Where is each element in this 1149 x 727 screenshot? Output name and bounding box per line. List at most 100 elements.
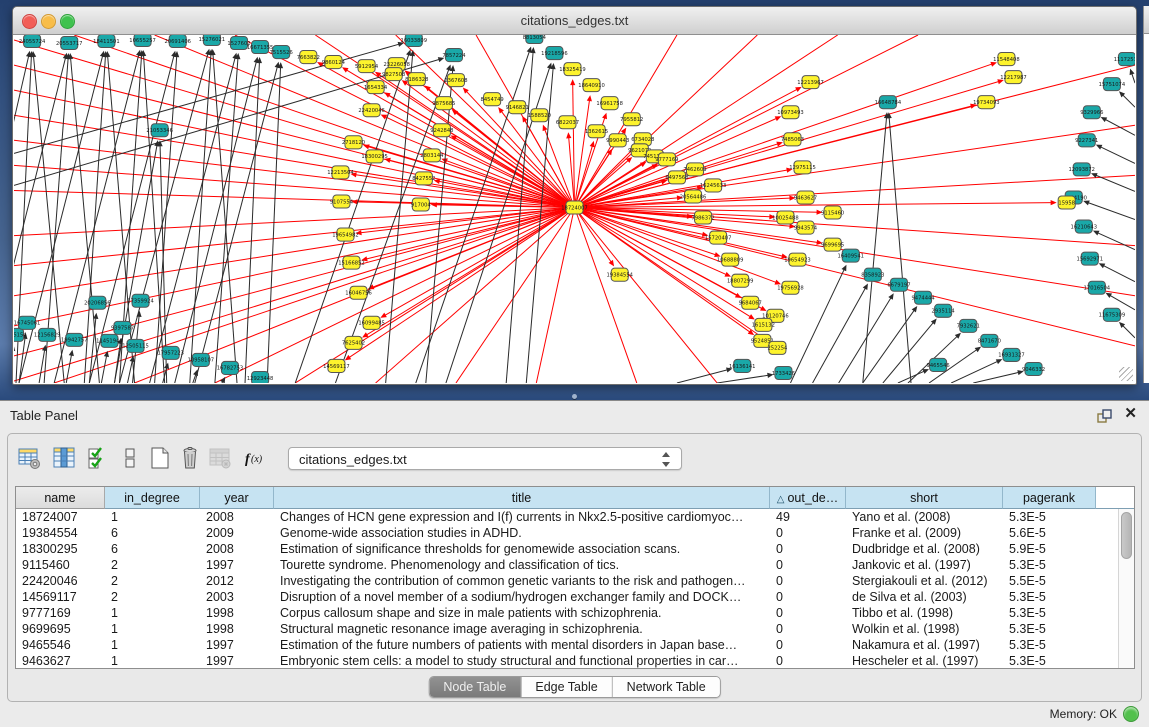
network-node[interactable]: 15720407	[705, 231, 732, 244]
network-node[interactable]: 9397587	[111, 321, 134, 334]
network-node[interactable]: 2718120	[342, 136, 365, 149]
network-node[interactable]: 11548408	[993, 53, 1020, 66]
network-node[interactable]: 7515526	[270, 46, 293, 59]
network-node[interactable]: 9463627	[794, 191, 817, 204]
network-node[interactable]: 16409541	[837, 249, 864, 262]
network-node[interactable]: 16648784	[875, 96, 902, 109]
float-panel-icon[interactable]	[1097, 408, 1113, 424]
network-node[interactable]: 9943574	[794, 221, 818, 234]
network-node[interactable]: 19218596	[541, 47, 568, 60]
table-row[interactable]: 1456911722003Disruption of a novel membe…	[16, 589, 1134, 605]
network-node[interactable]: 10688809	[717, 253, 744, 266]
column-header-in-degree[interactable]: in_degree	[105, 487, 200, 509]
network-node[interactable]: 10973493	[777, 106, 804, 119]
network-node[interactable]: 20206856	[84, 296, 111, 309]
network-node[interactable]: 7663822	[297, 51, 320, 64]
network-node[interactable]: 9699695	[821, 238, 844, 251]
network-node[interactable]: 9474444	[911, 291, 935, 304]
network-node[interactable]: 12975115	[789, 161, 816, 174]
close-panel-icon[interactable]: ✕	[1124, 406, 1137, 422]
network-node[interactable]: 2367608	[444, 74, 467, 87]
network-node[interactable]: 8471670	[978, 334, 1001, 347]
network-node[interactable]: 19654923	[784, 253, 811, 266]
network-node[interactable]: 12093872	[1069, 163, 1096, 176]
network-node[interactable]: 8427552	[412, 172, 435, 185]
network-node[interactable]: 19734093	[973, 96, 1000, 109]
network-node[interactable]: 9115460	[821, 206, 844, 219]
network-node[interactable]: 18640910	[578, 79, 605, 92]
network-node[interactable]: 16961758	[596, 97, 623, 110]
network-node[interactable]: 12505115	[122, 339, 149, 352]
network-node[interactable]: 16245633	[700, 179, 727, 192]
tab-node-table[interactable]: Node Table	[429, 677, 521, 697]
table-row[interactable]: 911546021997Tourette syndrome. Phenomeno…	[16, 557, 1134, 573]
show-columns-button[interactable]	[50, 444, 78, 472]
network-node[interactable]: 1733426	[772, 366, 795, 379]
network-node[interactable]: 19942757	[61, 333, 88, 346]
network-node[interactable]: 5912954	[355, 60, 379, 73]
network-node[interactable]: 252254	[767, 341, 788, 354]
table-selector-dropdown[interactable]: citations_edges.txt	[288, 447, 682, 470]
column-header-year[interactable]: year	[200, 487, 274, 509]
column-header-title[interactable]: title	[274, 487, 770, 509]
network-node[interactable]: 10655257	[129, 35, 156, 47]
network-node[interactable]: 8186328	[405, 73, 428, 86]
row-selection-button[interactable]	[84, 444, 112, 472]
network-node[interactable]: 9242848	[430, 124, 453, 137]
network-node[interactable]: 9827508	[382, 68, 405, 81]
network-node[interactable]: 21053346	[146, 124, 173, 137]
network-node[interactable]: 2935114	[932, 304, 956, 317]
table-row[interactable]: 1872400712008Changes of HCN gene express…	[16, 509, 1134, 525]
network-node[interactable]: 7625402	[342, 336, 365, 349]
network-node[interactable]: 7932621	[957, 319, 980, 332]
network-node[interactable]: 15276021	[199, 35, 226, 46]
network-node[interactable]: 1588520	[528, 109, 551, 122]
network-node[interactable]: 1654334	[364, 81, 388, 94]
network-node[interactable]: 7986372	[691, 211, 714, 224]
network-node[interactable]: 9465546	[927, 358, 950, 371]
network-node[interactable]: 7857224	[442, 49, 466, 62]
network-node[interactable]: 9684067	[739, 296, 762, 309]
network-node[interactable]: 12156829	[34, 328, 61, 341]
network-node[interactable]: 11451944	[96, 334, 123, 347]
network-node[interactable]: 9329966	[1080, 106, 1103, 119]
network-node[interactable]: 6822037	[556, 116, 579, 129]
network-node[interactable]: 16931327	[998, 348, 1025, 361]
network-node[interactable]: 9227341	[1075, 134, 1098, 147]
network-node[interactable]: 9777169	[655, 153, 678, 166]
network-node[interactable]: 12923448	[247, 371, 274, 383]
network-node[interactable]: 18325419	[559, 63, 586, 76]
column-header-short[interactable]: short	[846, 487, 1003, 509]
network-node[interactable]: 15958	[1058, 196, 1075, 209]
network-node[interactable]: 24055724	[19, 35, 46, 48]
function-builder-button[interactable]: f (x)	[242, 444, 270, 472]
network-node[interactable]: 15166852	[338, 256, 365, 269]
table-row[interactable]: 946554611997Estimation of the future num…	[16, 637, 1134, 653]
resize-grip[interactable]	[1119, 367, 1133, 381]
tab-edge-table[interactable]: Edge Table	[521, 677, 612, 697]
network-node[interactable]: 14569117	[323, 359, 350, 372]
network-node[interactable]: 12213967	[797, 76, 824, 89]
network-node[interactable]: 8454749	[481, 93, 504, 106]
network-node[interactable]: 1362615	[585, 125, 608, 138]
network-node[interactable]: 19384554	[606, 268, 633, 281]
table-row[interactable]: 1938455462009Genome-wide association stu…	[16, 525, 1134, 541]
table-row[interactable]: 977716911998Corpus callosum shape and si…	[16, 605, 1134, 621]
network-node[interactable]: 16745061	[14, 316, 40, 329]
network-node[interactable]: 1615132	[752, 318, 775, 331]
table-options-button[interactable]	[16, 444, 44, 472]
network-node[interactable]: 9146821	[506, 101, 529, 114]
network-node[interactable]: 17957223	[157, 346, 184, 359]
tab-network-table[interactable]: Network Table	[613, 677, 720, 697]
network-node[interactable]: 6497568	[665, 171, 688, 184]
network-node[interactable]: 9990443	[606, 134, 629, 147]
network-node[interactable]: 16099485	[358, 316, 385, 329]
network-node[interactable]: 2803144	[420, 149, 444, 162]
network-node[interactable]: 15692971	[1077, 252, 1104, 265]
panel-splitter-handle[interactable]	[572, 394, 577, 399]
network-node[interactable]: 7462609	[683, 163, 706, 176]
network-node[interactable]: 917004	[411, 198, 432, 211]
network-node[interactable]: 8813054	[523, 35, 547, 44]
table-scrollbar[interactable]	[1118, 509, 1134, 669]
network-node[interactable]: 8358923	[861, 268, 884, 281]
